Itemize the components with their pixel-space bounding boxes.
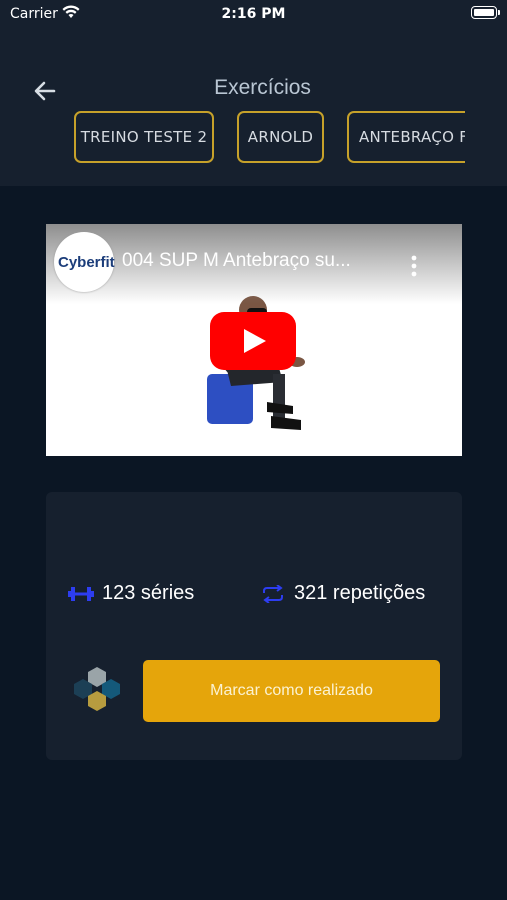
more-options-icon[interactable] [410, 254, 418, 278]
workout-chips: TREINO TESTE 2 ARNOLD ANTEBRAÇO F [74, 111, 465, 167]
battery-icon [471, 6, 500, 19]
exercise-info-card: 123 séries 321 repetições Marcar como re… [46, 492, 462, 760]
play-button[interactable] [210, 312, 296, 370]
app-header: Carrier 2:16 PM Exercícios TREINO TESTE … [0, 0, 507, 186]
reps-stat: 321 repetições [260, 582, 425, 605]
reps-label: 321 repetições [294, 582, 426, 604]
chip-treino-teste-2[interactable]: TREINO TESTE 2 [74, 111, 214, 163]
chip-arnold[interactable]: ARNOLD [237, 111, 324, 163]
repeat-icon [263, 584, 283, 603]
dumbbell-icon [68, 586, 94, 601]
series-label: 123 séries [102, 582, 195, 604]
chip-antebraco[interactable]: ANTEBRAÇO F [347, 111, 465, 163]
video-player[interactable]: Cyberfit 004 SUP M Antebraço su... [46, 224, 462, 456]
video-title: 004 SUP M Antebraço su... [122, 250, 351, 271]
status-bar: Carrier 2:16 PM [0, 0, 507, 28]
mark-done-button[interactable]: Marcar como realizado [143, 660, 440, 722]
page-title: Exercícios [214, 76, 311, 99]
status-time: 2:16 PM [221, 6, 286, 22]
series-stat: 123 séries [68, 582, 194, 605]
hexagon-logo-icon [74, 667, 120, 711]
channel-logo-text: Cyberfit [58, 254, 115, 271]
channel-logo[interactable]: Cyberfit [54, 232, 115, 292]
